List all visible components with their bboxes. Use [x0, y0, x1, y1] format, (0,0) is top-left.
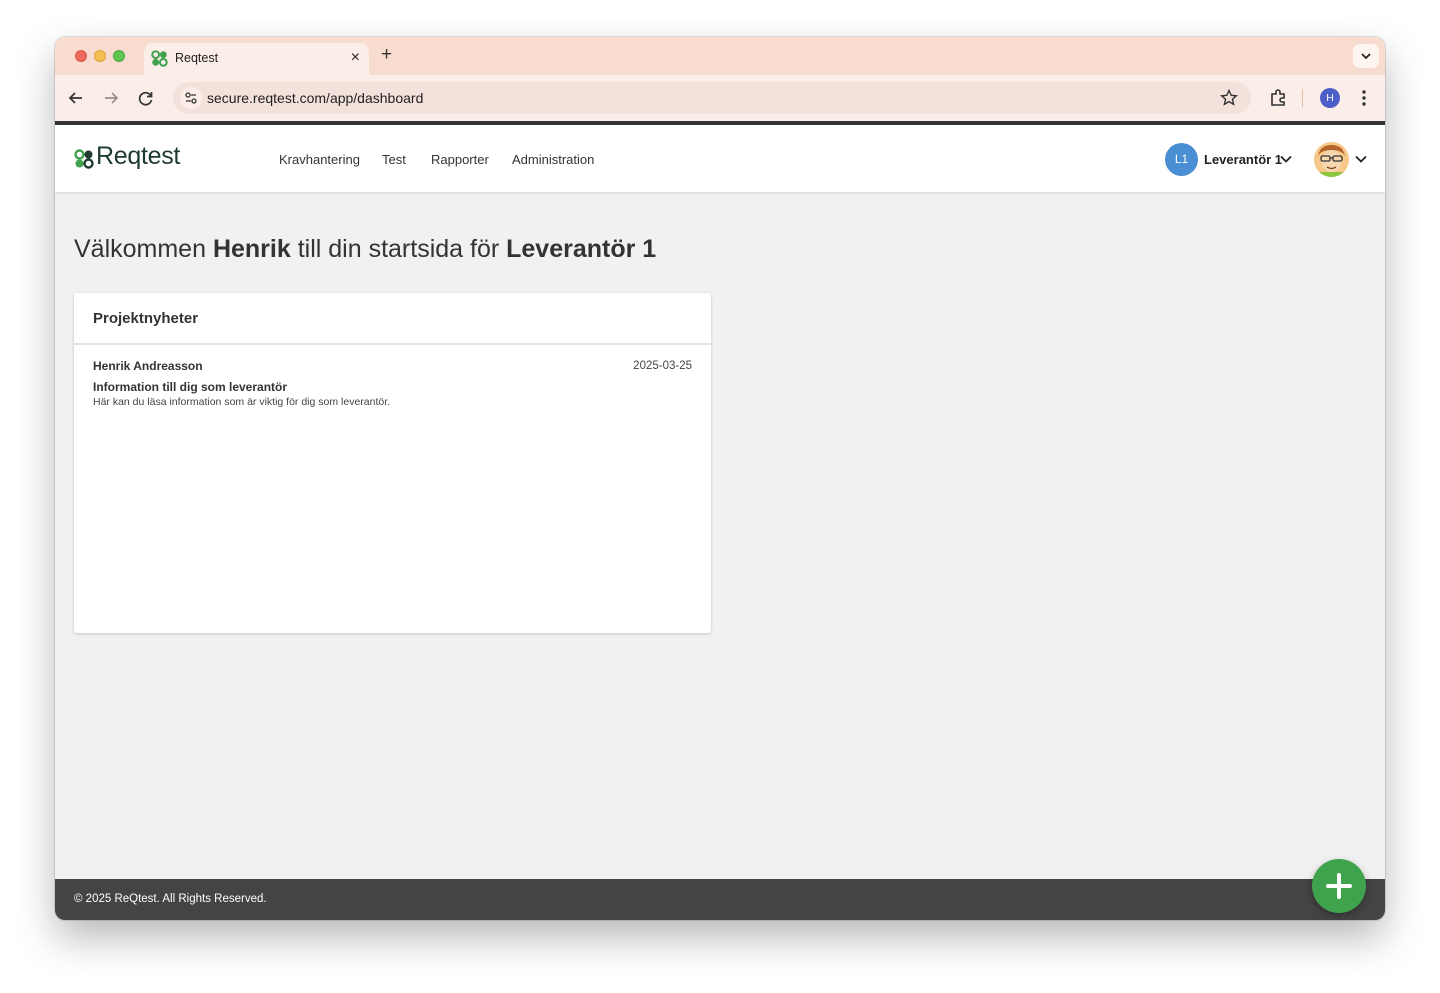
new-tab-button[interactable]: + — [381, 45, 392, 65]
site-settings-icon[interactable] — [180, 87, 202, 109]
kebab-menu-icon[interactable] — [1352, 86, 1376, 110]
reload-icon — [138, 91, 153, 106]
project-news-card: Projektnyheter Henrik Andreasson 2025-03… — [74, 293, 711, 633]
reqtest-logo-icon[interactable] — [74, 149, 94, 169]
tune-icon — [185, 92, 197, 104]
user-avatar[interactable] — [1314, 142, 1349, 177]
maximize-window-button[interactable] — [113, 50, 125, 62]
org-switcher-label[interactable]: Leverantör 1 — [1204, 152, 1282, 167]
news-author: Henrik Andreasson — [93, 359, 203, 373]
welcome-user: Henrik — [212, 235, 291, 263]
back-button[interactable] — [64, 86, 88, 110]
welcome-middle: till din startsida för — [290, 235, 507, 263]
chevron-down-icon — [1361, 53, 1371, 60]
plus-icon — [1326, 873, 1352, 899]
browser-tab[interactable]: Reqtest × — [144, 43, 369, 75]
welcome-prefix: Välkommen — [74, 235, 213, 263]
news-body: Här kan du läsa information som är vikti… — [93, 396, 391, 408]
org-avatar[interactable]: L1 — [1165, 143, 1198, 176]
url-text[interactable]: secure.reqtest.com/app/dashboard — [207, 90, 423, 106]
chevron-down-icon[interactable] — [1279, 152, 1293, 166]
browser-profile-avatar[interactable]: H — [1320, 88, 1340, 108]
nav-kravhantering[interactable]: Kravhantering — [279, 152, 360, 167]
minimize-window-button[interactable] — [94, 50, 106, 62]
reqtest-favicon-icon — [151, 50, 168, 67]
forward-button[interactable] — [99, 86, 123, 110]
close-tab-icon[interactable]: × — [351, 48, 360, 68]
page-footer: © 2025 ReQtest. All Rights Reserved. — [55, 879, 1385, 920]
tab-search-button[interactable] — [1353, 44, 1379, 68]
card-title: Projektnyheter — [74, 293, 711, 345]
nav-rapporter[interactable]: Rapporter — [431, 152, 489, 167]
chevron-down-icon[interactable] — [1354, 152, 1368, 166]
add-fab-button[interactable] — [1312, 859, 1366, 913]
tab-strip: Reqtest × + — [55, 37, 1385, 75]
browser-toolbar: secure.reqtest.com/app/dashboard H — [55, 75, 1385, 121]
back-arrow-icon — [68, 92, 82, 104]
toolbar-separator — [1302, 89, 1303, 107]
reload-button[interactable] — [134, 86, 158, 110]
extensions-icon[interactable] — [1266, 86, 1290, 110]
nav-administration[interactable]: Administration — [512, 152, 594, 167]
news-item[interactable]: Henrik Andreasson 2025-03-25 Information… — [74, 345, 711, 422]
news-date: 2025-03-25 — [633, 360, 692, 372]
logo-text[interactable]: Reqtest — [96, 142, 180, 171]
welcome-org: Leverantör 1 — [506, 235, 657, 263]
browser-window: Reqtest × + secure.reqtest.com/app/dashb… — [55, 37, 1385, 920]
close-window-button[interactable] — [75, 50, 87, 62]
nav-test[interactable]: Test — [382, 152, 406, 167]
app-header: Reqtest Kravhantering Test Rapporter Adm… — [55, 125, 1385, 192]
bookmark-star-icon[interactable] — [1219, 88, 1239, 108]
tab-title: Reqtest — [175, 51, 219, 65]
news-title: Information till dig som leverantör — [93, 380, 288, 394]
page-title: Välkommen Henrik till din startsida för … — [74, 235, 656, 264]
address-bar[interactable]: secure.reqtest.com/app/dashboard — [173, 82, 1251, 114]
forward-arrow-icon — [105, 92, 119, 104]
copyright-text: © 2025 ReQtest. All Rights Reserved. — [74, 893, 267, 905]
user-avatar-image — [1314, 142, 1349, 177]
